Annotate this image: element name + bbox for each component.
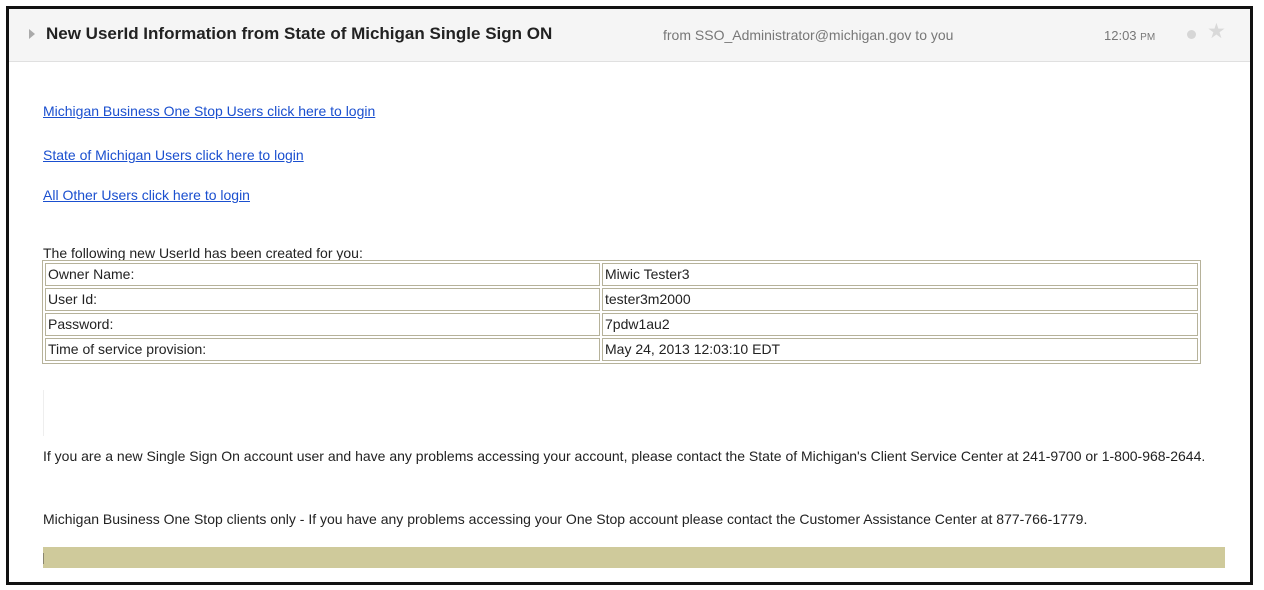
message-body: Michigan Business One Stop Users click h… (9, 62, 1250, 582)
table-row: Password: 7pdw1au2 (45, 313, 1198, 336)
star-icon[interactable]: ★ (1207, 21, 1226, 42)
row-label-owner-name: Owner Name: (45, 263, 600, 286)
table-row: Owner Name: Miwic Tester3 (45, 263, 1198, 286)
email-subject: New UserId Information from State of Mic… (46, 24, 553, 43)
message-time: 12:03 PM (1104, 28, 1155, 43)
login-link-state-users[interactable]: State of Michigan Users click here to lo… (43, 147, 304, 163)
footer-bar (43, 547, 1225, 568)
table-row: User Id: tester3m2000 (45, 288, 1198, 311)
time-ampm: PM (1140, 32, 1156, 43)
row-label-user-id: User Id: (45, 288, 600, 311)
row-value-password: 7pdw1au2 (602, 313, 1198, 336)
table-row: Time of service provision: May 24, 2013 … (45, 338, 1198, 361)
divider (43, 390, 44, 436)
status-dot-icon[interactable] (1187, 30, 1196, 39)
support-paragraph-one-stop: Michigan Business One Stop clients only … (43, 511, 1088, 527)
chevron-right-icon[interactable] (29, 29, 35, 39)
row-value-user-id: tester3m2000 (602, 288, 1198, 311)
row-value-service-time: May 24, 2013 12:03:10 EDT (602, 338, 1198, 361)
userid-intro-text: The following new UserId has been create… (43, 245, 363, 261)
login-link-business-one-stop[interactable]: Michigan Business One Stop Users click h… (43, 103, 375, 119)
login-link-other-users[interactable]: All Other Users click here to login (43, 187, 250, 203)
row-label-password: Password: (45, 313, 600, 336)
time-value: 12:03 (1104, 28, 1137, 43)
support-paragraph-sso: If you are a new Single Sign On account … (43, 448, 1206, 464)
footer-mark (43, 553, 44, 564)
userid-info-table: Owner Name: Miwic Tester3 User Id: teste… (42, 260, 1201, 364)
row-label-service-time: Time of service provision: (45, 338, 600, 361)
email-message: New UserId Information from State of Mic… (6, 6, 1253, 585)
message-header[interactable]: New UserId Information from State of Mic… (9, 9, 1250, 62)
row-value-owner-name: Miwic Tester3 (602, 263, 1198, 286)
sender-line: from SSO_Administrator@michigan.gov to y… (663, 27, 954, 43)
